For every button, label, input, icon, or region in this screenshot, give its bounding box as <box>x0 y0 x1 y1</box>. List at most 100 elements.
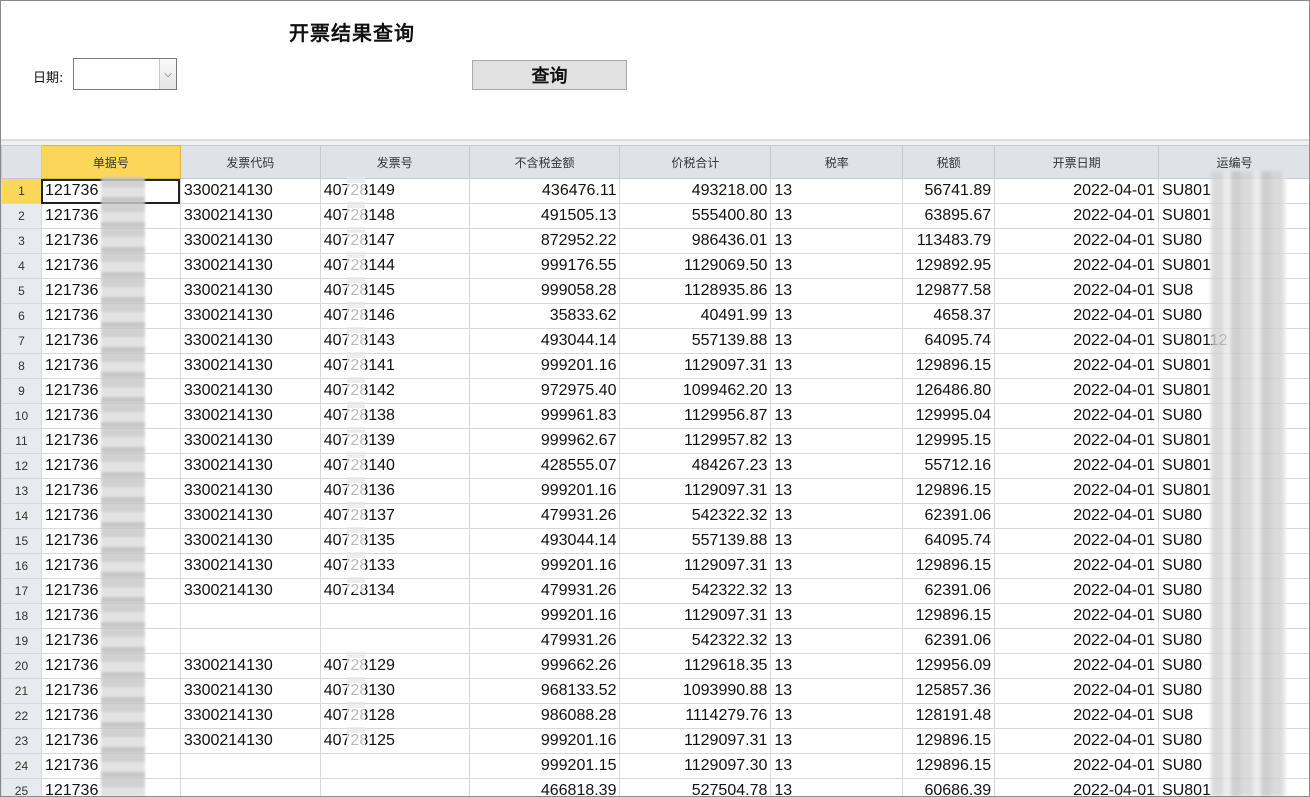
cell-tax-amount[interactable]: 62391.06 <box>902 628 996 654</box>
table-row[interactable]: 21121736330021413040728130968133.5210939… <box>1 678 1309 704</box>
cell-total-incl-tax[interactable]: 40491.99 <box>619 303 772 329</box>
cell-amount-excl-tax[interactable]: 466818.39 <box>468 778 621 796</box>
cell-amount-excl-tax[interactable]: 999201.16 <box>468 728 621 754</box>
table-row[interactable]: 9121736330021413040728142972975.40109946… <box>1 378 1309 404</box>
cell-invoice-code[interactable]: 3300214130 <box>179 728 321 754</box>
cell-tax-amount[interactable]: 129956.09 <box>902 653 996 679</box>
column-header-invoice-date[interactable]: 开票日期 <box>994 145 1160 179</box>
row-number[interactable]: 19 <box>1 628 42 654</box>
cell-total-incl-tax[interactable]: 1129097.31 <box>619 478 772 504</box>
cell-total-incl-tax[interactable]: 1129097.31 <box>619 603 772 629</box>
cell-invoice-no[interactable]: 40728144 <box>319 253 470 279</box>
cell-tax-rate[interactable]: 13 <box>770 178 904 204</box>
cell-invoice-code[interactable]: 3300214130 <box>179 678 321 704</box>
row-number[interactable]: 24 <box>1 753 42 779</box>
date-select[interactable]: ⌵ <box>73 58 177 90</box>
cell-invoice-no[interactable]: 40728129 <box>319 653 470 679</box>
cell-total-incl-tax[interactable]: 557139.88 <box>619 328 772 354</box>
cell-invoice-date[interactable]: 2022-04-01 <box>994 203 1160 229</box>
cell-tax-rate[interactable]: 13 <box>770 728 904 754</box>
row-number[interactable]: 23 <box>1 728 42 754</box>
table-row[interactable]: 7121736330021413040728143493044.14557139… <box>1 328 1309 354</box>
cell-tax-amount[interactable]: 4658.37 <box>902 303 996 329</box>
row-number[interactable]: 21 <box>1 678 42 704</box>
cell-amount-excl-tax[interactable]: 428555.07 <box>468 453 621 479</box>
row-number[interactable]: 4 <box>1 253 42 279</box>
cell-amount-excl-tax[interactable]: 999662.26 <box>468 653 621 679</box>
cell-invoice-code[interactable]: 3300214130 <box>179 353 321 379</box>
corner-cell[interactable] <box>1 145 42 179</box>
cell-invoice-no[interactable] <box>319 753 470 779</box>
cell-total-incl-tax[interactable]: 1129097.31 <box>619 353 772 379</box>
cell-tax-rate[interactable]: 13 <box>770 503 904 529</box>
table-row[interactable]: 5121736330021413040728145999058.28112893… <box>1 278 1309 304</box>
cell-amount-excl-tax[interactable]: 999961.83 <box>468 403 621 429</box>
cell-amount-excl-tax[interactable]: 999201.15 <box>468 753 621 779</box>
row-number[interactable]: 1 <box>1 178 42 204</box>
cell-total-incl-tax[interactable]: 542322.32 <box>619 578 772 604</box>
cell-tax-amount[interactable]: 126486.80 <box>902 378 996 404</box>
row-number[interactable]: 5 <box>1 278 42 304</box>
cell-invoice-date[interactable]: 2022-04-01 <box>994 603 1160 629</box>
cell-tax-amount[interactable]: 129896.15 <box>902 478 996 504</box>
cell-invoice-code[interactable]: 3300214130 <box>179 578 321 604</box>
row-number[interactable]: 9 <box>1 378 42 404</box>
cell-invoice-code[interactable]: 3300214130 <box>179 528 321 554</box>
cell-invoice-no[interactable] <box>319 628 470 654</box>
cell-tax-amount[interactable]: 62391.06 <box>902 503 996 529</box>
table-row[interactable]: 1121736330021413040728149436476.11493218… <box>1 178 1309 204</box>
cell-total-incl-tax[interactable]: 1099462.20 <box>619 378 772 404</box>
cell-invoice-code[interactable] <box>179 753 321 779</box>
cell-invoice-date[interactable]: 2022-04-01 <box>994 353 1160 379</box>
cell-tax-rate[interactable]: 13 <box>770 378 904 404</box>
table-row[interactable]: 17121736330021413040728134479931.2654232… <box>1 578 1309 604</box>
cell-tax-rate[interactable]: 13 <box>770 253 904 279</box>
cell-invoice-code[interactable]: 3300214130 <box>179 478 321 504</box>
cell-tax-amount[interactable]: 128191.48 <box>902 703 996 729</box>
cell-invoice-no[interactable]: 40728128 <box>319 703 470 729</box>
cell-tax-rate[interactable]: 13 <box>770 228 904 254</box>
cell-tax-amount[interactable]: 56741.89 <box>902 178 996 204</box>
cell-tax-rate[interactable]: 13 <box>770 778 904 796</box>
cell-tax-amount[interactable]: 64095.74 <box>902 528 996 554</box>
chevron-down-icon[interactable]: ⌵ <box>159 59 176 89</box>
cell-tax-rate[interactable]: 13 <box>770 653 904 679</box>
cell-total-incl-tax[interactable]: 557139.88 <box>619 528 772 554</box>
cell-tax-rate[interactable]: 13 <box>770 678 904 704</box>
row-number[interactable]: 8 <box>1 353 42 379</box>
cell-amount-excl-tax[interactable]: 436476.11 <box>468 178 621 204</box>
cell-amount-excl-tax[interactable]: 986088.28 <box>468 703 621 729</box>
cell-invoice-date[interactable]: 2022-04-01 <box>994 303 1160 329</box>
cell-invoice-no[interactable]: 40728148 <box>319 203 470 229</box>
column-header-total-incl-tax[interactable]: 价税合计 <box>619 145 772 179</box>
cell-tax-amount[interactable]: 60686.39 <box>902 778 996 796</box>
row-number[interactable]: 6 <box>1 303 42 329</box>
cell-invoice-no[interactable]: 40728141 <box>319 353 470 379</box>
cell-tax-rate[interactable]: 13 <box>770 403 904 429</box>
cell-invoice-code[interactable] <box>179 778 321 796</box>
cell-invoice-code[interactable]: 3300214130 <box>179 653 321 679</box>
cell-amount-excl-tax[interactable]: 479931.26 <box>468 578 621 604</box>
cell-invoice-date[interactable]: 2022-04-01 <box>994 703 1160 729</box>
cell-invoice-date[interactable]: 2022-04-01 <box>994 778 1160 796</box>
cell-amount-excl-tax[interactable]: 999201.16 <box>468 478 621 504</box>
cell-invoice-date[interactable]: 2022-04-01 <box>994 253 1160 279</box>
cell-invoice-no[interactable]: 40728134 <box>319 578 470 604</box>
cell-invoice-no[interactable]: 40728133 <box>319 553 470 579</box>
cell-invoice-date[interactable]: 2022-04-01 <box>994 528 1160 554</box>
cell-invoice-date[interactable]: 2022-04-01 <box>994 553 1160 579</box>
cell-invoice-code[interactable]: 3300214130 <box>179 453 321 479</box>
table-row[interactable]: 16121736330021413040728133999201.1611290… <box>1 553 1309 579</box>
cell-invoice-code[interactable]: 3300214130 <box>179 203 321 229</box>
cell-amount-excl-tax[interactable]: 999058.28 <box>468 278 621 304</box>
cell-tax-rate[interactable]: 13 <box>770 703 904 729</box>
cell-amount-excl-tax[interactable]: 999201.16 <box>468 603 621 629</box>
cell-invoice-no[interactable]: 40728130 <box>319 678 470 704</box>
row-number[interactable]: 3 <box>1 228 42 254</box>
cell-invoice-code[interactable]: 3300214130 <box>179 403 321 429</box>
cell-total-incl-tax[interactable]: 1129097.30 <box>619 753 772 779</box>
cell-invoice-no[interactable]: 40728146 <box>319 303 470 329</box>
row-number[interactable]: 22 <box>1 703 42 729</box>
cell-tax-amount[interactable]: 129995.04 <box>902 403 996 429</box>
cell-invoice-no[interactable]: 40728135 <box>319 528 470 554</box>
